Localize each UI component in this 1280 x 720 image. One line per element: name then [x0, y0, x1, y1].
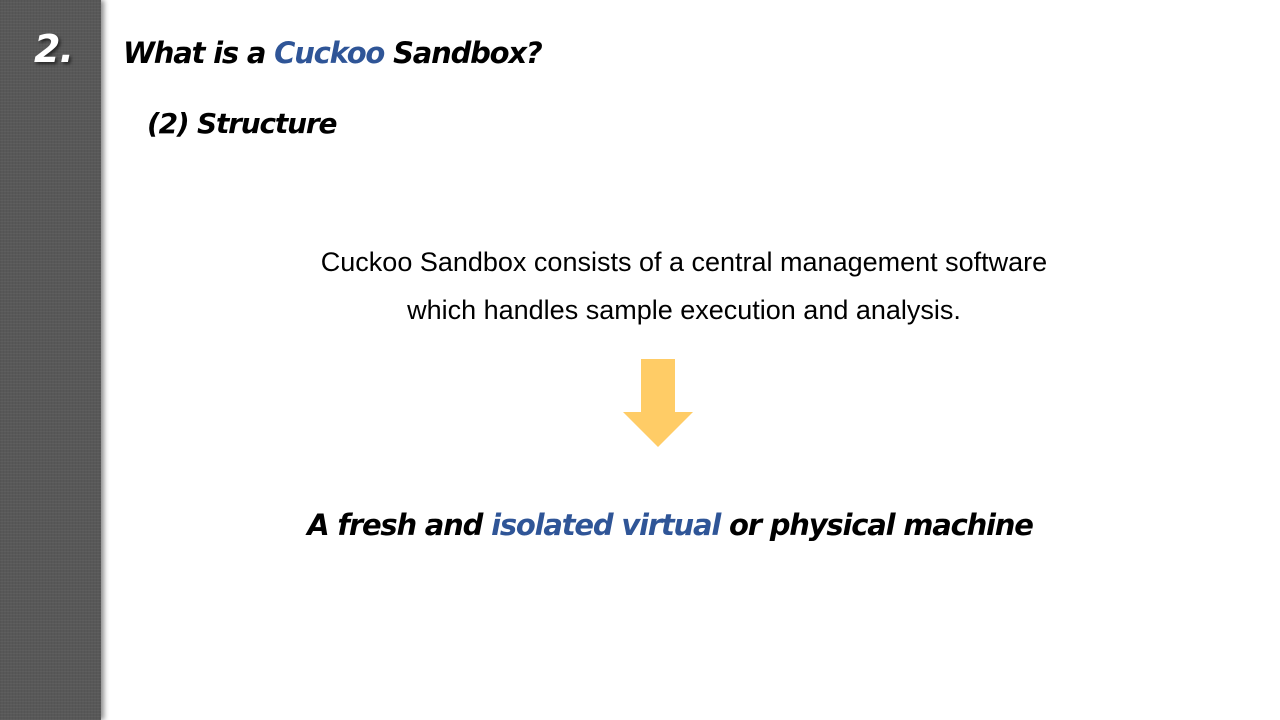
- slide: 2. What is a Cuckoo Sandbox? (2) Structu…: [0, 0, 1280, 720]
- down-arrow-icon: [623, 359, 693, 447]
- conclusion-accent: isolated virtual: [491, 508, 721, 542]
- body-text: Cuckoo Sandbox consists of a central man…: [220, 238, 1148, 334]
- slide-title: What is a Cuckoo Sandbox?: [123, 36, 543, 70]
- title-accent: Cuckoo: [274, 36, 385, 70]
- title-prefix: What is a: [123, 36, 275, 70]
- section-number: 2.: [34, 27, 74, 71]
- body-line-1: Cuckoo Sandbox consists of a central man…: [320, 247, 1048, 277]
- body-line-2: which handles sample execution and analy…: [407, 295, 961, 325]
- conclusion-suffix: or physical machine: [720, 508, 1034, 542]
- title-suffix: Sandbox?: [384, 36, 543, 70]
- slide-subtitle: (2) Structure: [147, 107, 337, 140]
- conclusion-prefix: A fresh and: [307, 508, 492, 542]
- section-sidebar: 2.: [0, 0, 101, 720]
- conclusion-text: A fresh and isolated virtual or physical…: [220, 508, 1120, 543]
